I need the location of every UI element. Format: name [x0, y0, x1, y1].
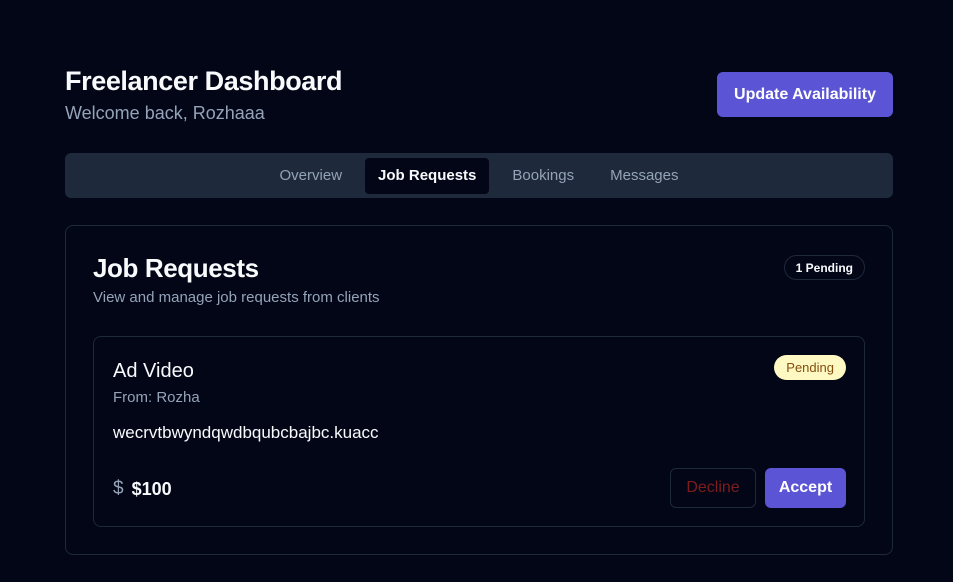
price-value: $100: [131, 479, 172, 499]
job-request-item: Ad Video From: Rozha wecrvtbwyndqwdbqubc…: [93, 336, 865, 527]
job-actions: Decline Accept: [670, 468, 846, 508]
dashboard-page: Freelancer Dashboard Welcome back, Rozha…: [0, 0, 953, 582]
job-requests-card: Job Requests View and manage job request…: [65, 225, 893, 555]
job-price: $ $100: [113, 478, 172, 500]
job-title: Ad Video: [113, 360, 194, 382]
welcome-message: Welcome back, Rozhaaa: [65, 103, 265, 123]
status-badge: Pending: [774, 355, 846, 380]
job-description: wecrvtbwyndqwdbqubcbajbc.kuacc: [113, 423, 379, 442]
pending-count-badge: 1 Pending: [783, 255, 865, 280]
page-title: Freelancer Dashboard: [65, 66, 343, 96]
card-title: Job Requests: [93, 253, 259, 283]
tab-messages[interactable]: Messages: [597, 158, 691, 194]
tab-bar: Overview Job Requests Bookings Messages: [65, 153, 893, 198]
update-availability-button[interactable]: Update Availability: [717, 72, 893, 117]
page-header: Freelancer Dashboard Welcome back, Rozha…: [65, 64, 893, 128]
decline-button[interactable]: Decline: [670, 468, 756, 508]
tab-overview[interactable]: Overview: [267, 158, 356, 194]
card-description: View and manage job requests from client…: [93, 289, 380, 306]
accept-button[interactable]: Accept: [765, 468, 846, 508]
tab-bookings[interactable]: Bookings: [499, 158, 587, 194]
job-client: From: Rozha: [113, 389, 200, 406]
tab-job-requests[interactable]: Job Requests: [365, 157, 490, 194]
dollar-icon: $: [113, 478, 124, 499]
